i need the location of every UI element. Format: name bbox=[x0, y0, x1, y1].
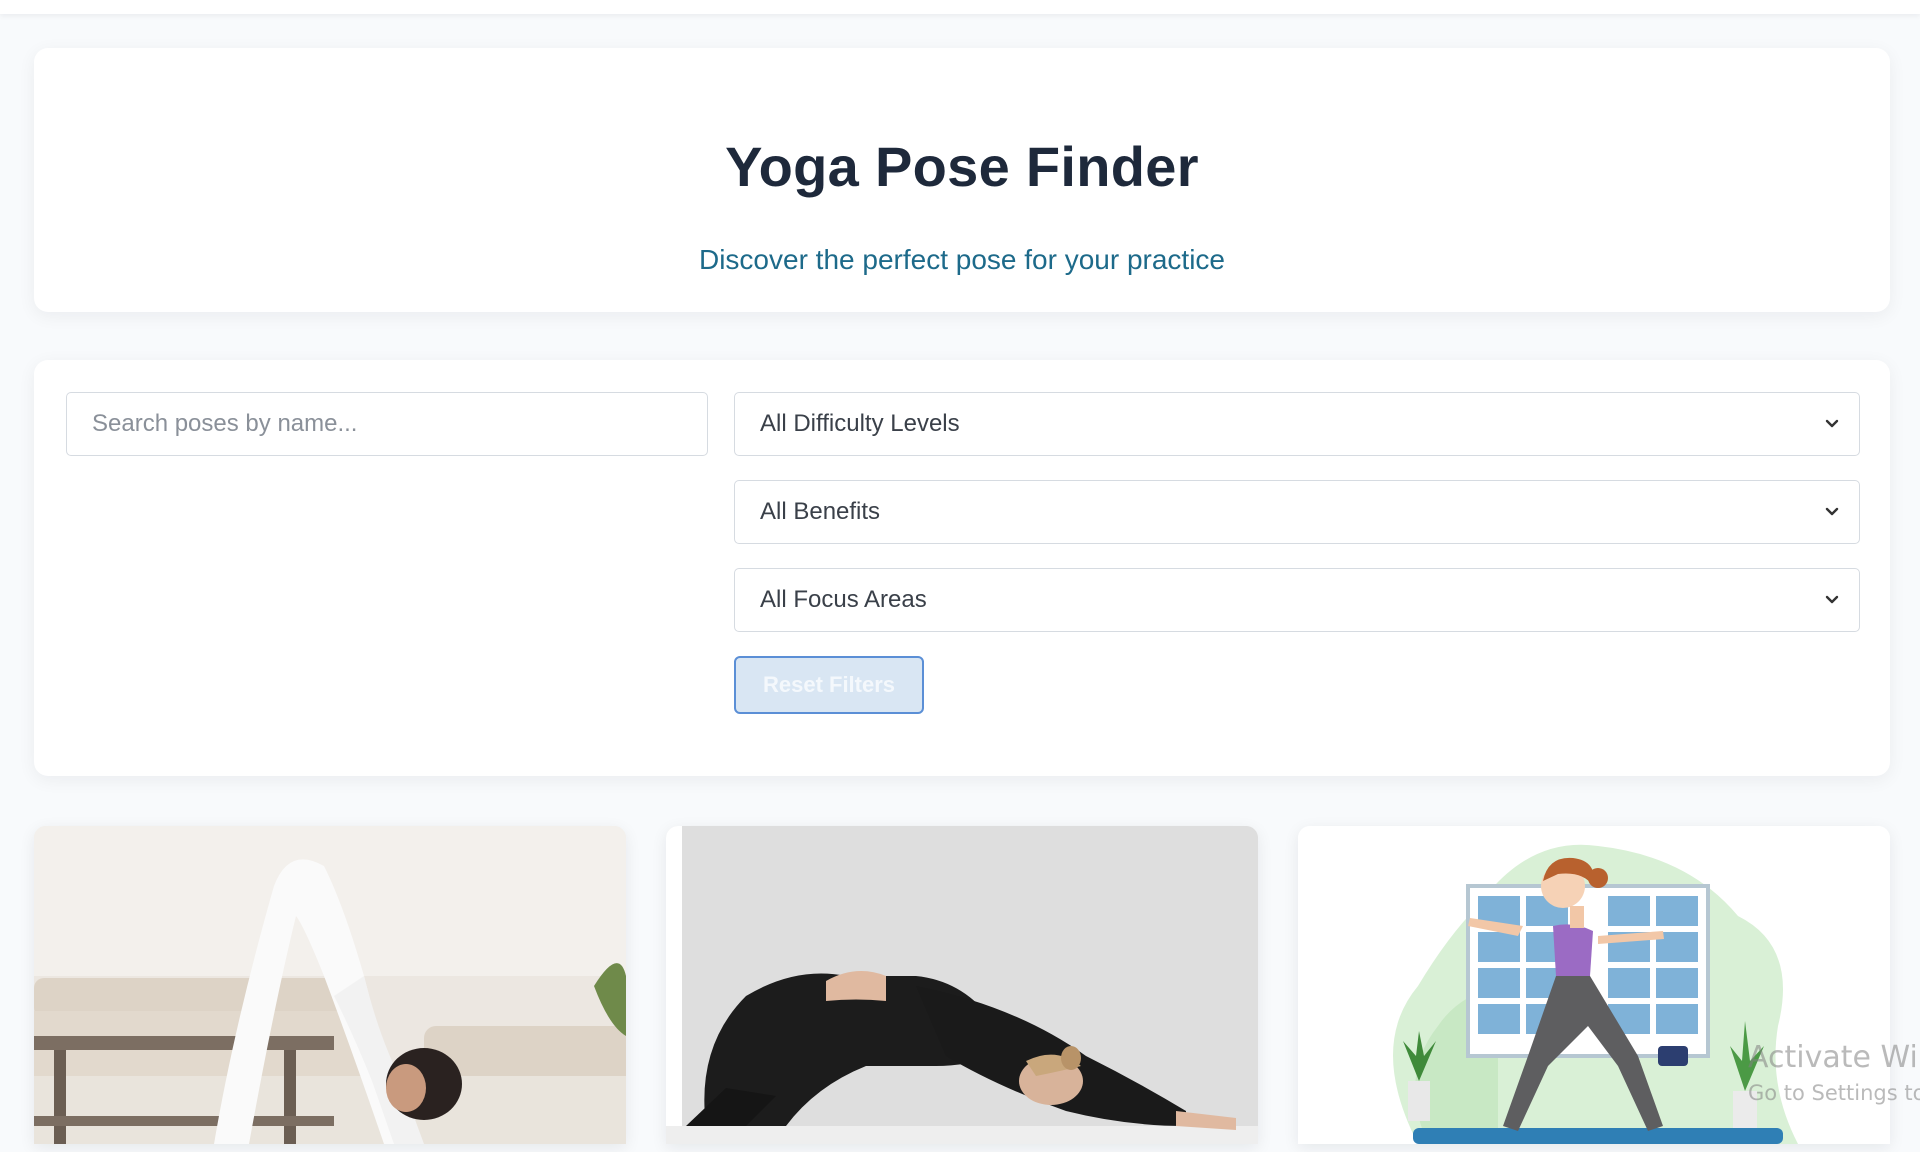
focus-area-select-value: All Focus Areas bbox=[760, 586, 927, 613]
childs-pose-photo bbox=[666, 826, 1258, 1144]
top-bar bbox=[0, 0, 1920, 14]
chevron-down-icon bbox=[1825, 595, 1839, 604]
header-card: Yoga Pose Finder Discover the perfect po… bbox=[34, 48, 1890, 312]
focus-area-select[interactable]: All Focus Areas bbox=[734, 568, 1860, 632]
filter-panel: Search poses by name... All Difficulty L… bbox=[34, 360, 1890, 776]
activate-windows-watermark: Activate Windows Go to Settings to activ… bbox=[1748, 1040, 1920, 1105]
reset-filters-label: Reset Filters bbox=[762, 672, 896, 697]
pose-card-downward-dog[interactable] bbox=[34, 826, 626, 1144]
page-subtitle: Discover the perfect pose for your pract… bbox=[698, 244, 1225, 275]
pose-card-childs-pose[interactable] bbox=[666, 826, 1258, 1144]
benefits-select[interactable]: All Benefits bbox=[734, 480, 1860, 544]
watermark-line-1: Activate Windows bbox=[1748, 1040, 1920, 1075]
search-input[interactable]: Search poses by name... bbox=[66, 392, 708, 456]
watermark-line-2: Go to Settings to activate Windows. bbox=[1748, 1081, 1920, 1105]
difficulty-select[interactable]: All Difficulty Levels bbox=[734, 392, 1860, 456]
reset-filters-button[interactable]: Reset Filters bbox=[734, 656, 924, 714]
difficulty-select-value: All Difficulty Levels bbox=[760, 410, 960, 437]
chevron-down-icon bbox=[1825, 419, 1839, 428]
chevron-down-icon bbox=[1825, 507, 1839, 516]
benefits-select-value: All Benefits bbox=[760, 498, 881, 525]
search-placeholder: Search poses by name... bbox=[92, 410, 358, 437]
page-title: Yoga Pose Finder bbox=[725, 135, 1199, 198]
downward-dog-photo bbox=[34, 826, 626, 1144]
